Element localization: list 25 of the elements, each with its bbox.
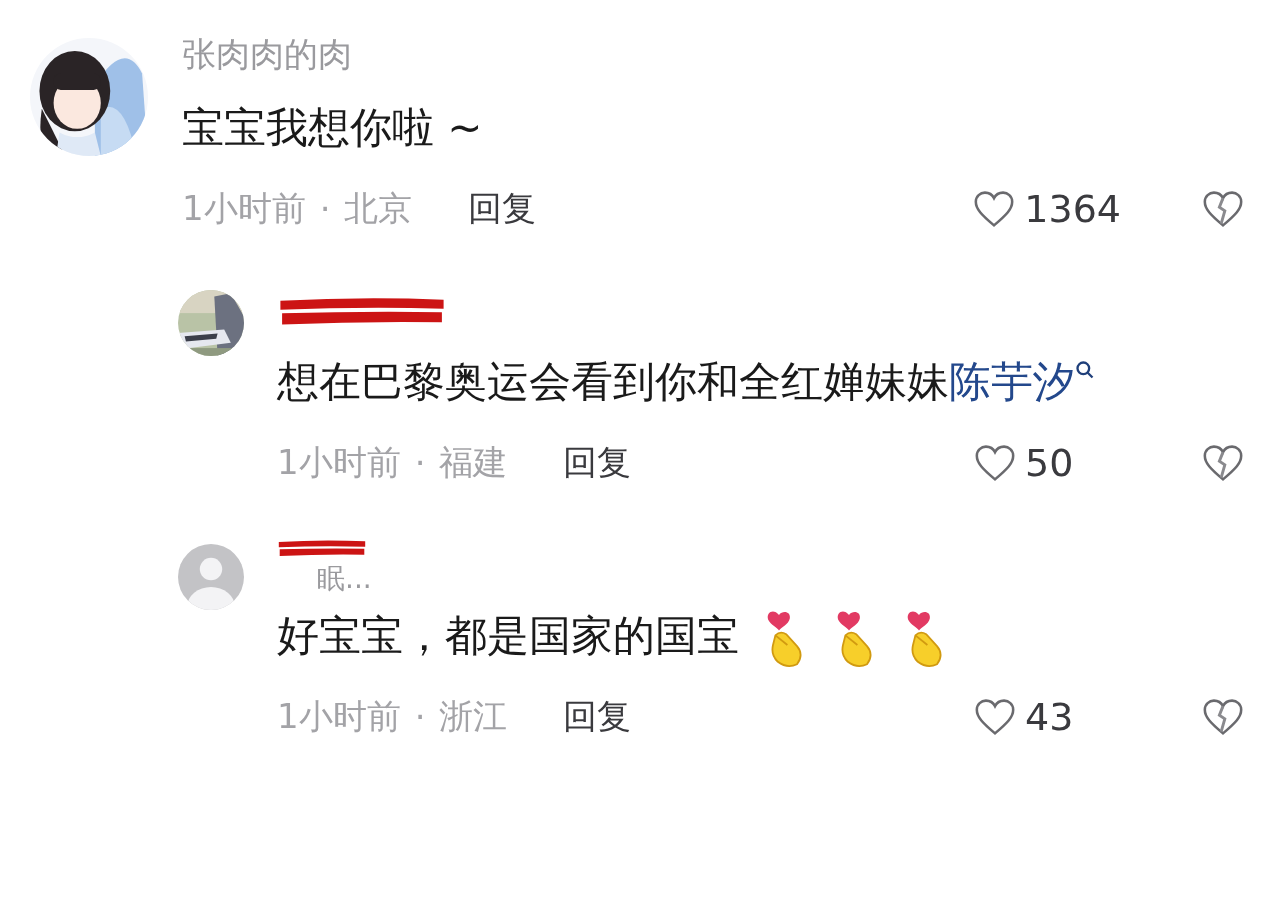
like-count: 1364 — [1024, 187, 1121, 231]
like-count: 50 — [1025, 441, 1075, 485]
reply-button[interactable]: 回复 — [563, 440, 632, 486]
like-count: 43 — [1025, 695, 1075, 739]
location: 浙江 — [439, 695, 508, 738]
broken-heart-icon[interactable] — [1201, 443, 1245, 483]
time-location: 1小时前 — [277, 695, 401, 738]
comment-text: 宝宝我想你啦 ~ — [182, 102, 484, 154]
separator-dot: · — [414, 697, 426, 737]
like-icon[interactable] — [973, 443, 1017, 483]
search-link[interactable]: 陈芋汐 — [949, 357, 1095, 406]
reply-button[interactable]: 回复 — [563, 694, 632, 740]
separator-dot: · — [414, 443, 426, 483]
location: 福建 — [439, 441, 508, 484]
comment-text: 想在巴黎奥运会看到你和全红婵妹妹陈芋汐 — [277, 346, 1217, 418]
comment-text: 好宝宝，都是国家的国宝 — [277, 600, 1217, 672]
time-location: 1小时前 — [277, 441, 401, 484]
reply-button[interactable]: 回复 — [468, 186, 537, 232]
broken-heart-icon[interactable] — [1201, 697, 1245, 737]
search-icon[interactable] — [1075, 360, 1095, 380]
location: 北京 — [344, 187, 413, 230]
separator-dot: · — [319, 189, 331, 229]
time-location: 1小时前 — [182, 187, 306, 230]
like-icon[interactable] — [973, 697, 1017, 737]
broken-heart-icon[interactable] — [1201, 189, 1245, 229]
